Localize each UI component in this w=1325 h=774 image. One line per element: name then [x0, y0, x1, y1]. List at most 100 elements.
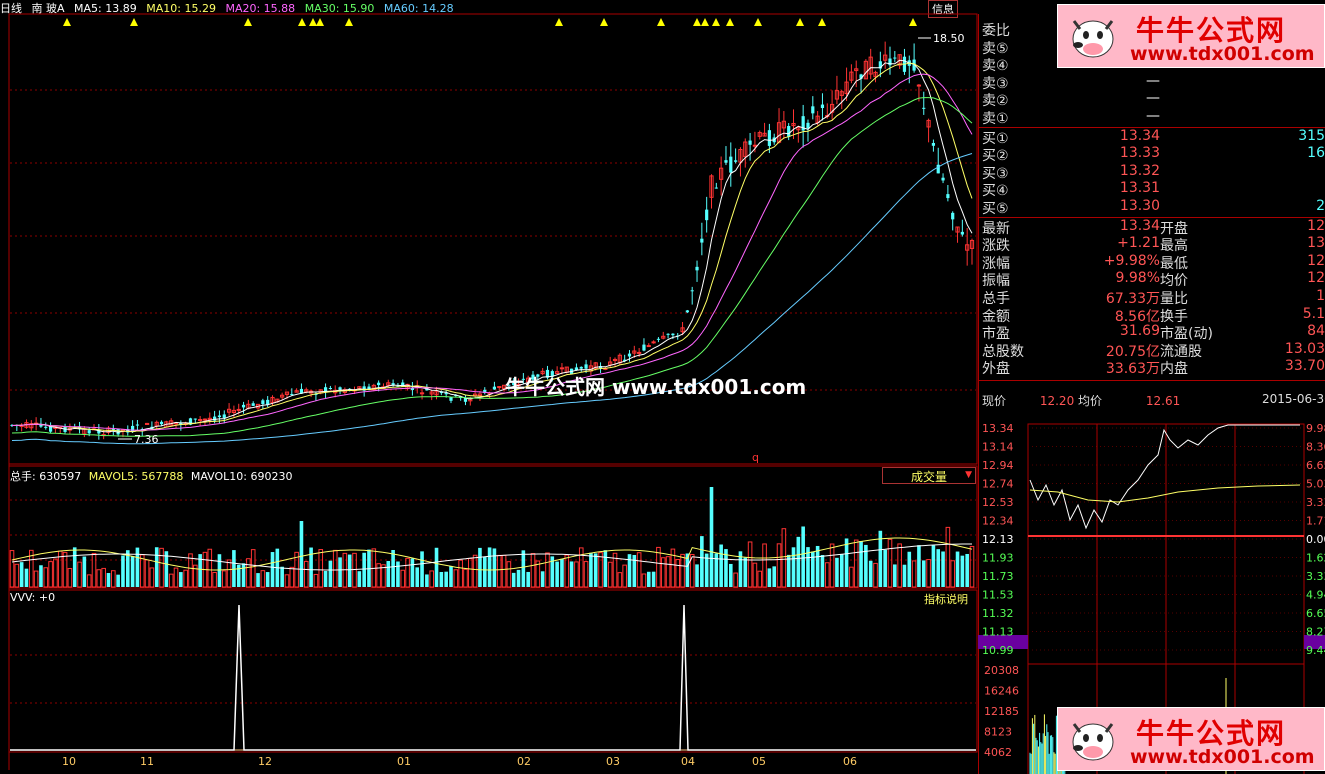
sell-row: 卖④ [980, 55, 1325, 74]
volume-bar [583, 561, 589, 588]
volume-bar [232, 550, 236, 587]
volume-bar [887, 538, 893, 588]
volume-bar [121, 555, 125, 587]
volume-bar [19, 562, 24, 587]
volume-bar [747, 541, 753, 588]
volume-bar [511, 572, 516, 587]
volume-bar [86, 574, 92, 588]
volume-selector[interactable]: 成交量 ▼ [882, 467, 976, 484]
volume-bar [478, 547, 482, 587]
intraday-vol-label: 16246 [984, 685, 1019, 698]
indicator-explain-button[interactable]: 指标说明 [924, 591, 968, 607]
volume-bar [313, 573, 319, 588]
volume-bar [467, 557, 473, 588]
volume-bar [14, 563, 20, 588]
volume-bar [303, 560, 309, 588]
quote-value-2: 12 [1307, 270, 1325, 287]
volume-bar [540, 571, 545, 587]
volume-bar [67, 568, 73, 588]
kline-chart[interactable]: 10 11 12 01 02 03 04 05 06 18.50 7.36 牛牛公式网 www.… [0, 0, 978, 774]
date-tick-label: 12 [258, 755, 272, 768]
volume-bar [622, 564, 627, 588]
volume-bar [593, 553, 598, 587]
volume-bar [743, 557, 748, 587]
volume-bar [578, 547, 584, 588]
volume-bar [950, 560, 956, 588]
q-marker: q [752, 451, 759, 464]
date-tick-label: 01 [397, 755, 411, 768]
volume-bar [960, 555, 965, 587]
volume-bar [289, 566, 295, 588]
volume-bar [444, 571, 448, 587]
quote-value-2: 2 [1316, 198, 1325, 214]
quote-key: 卖① [982, 111, 1009, 127]
candle-body [931, 143, 936, 146]
volume-bar [9, 550, 15, 588]
volume-bar [791, 547, 796, 587]
candle-body [685, 310, 689, 313]
volume-bar [859, 540, 863, 587]
chevron-down-icon: ▼ [965, 470, 972, 480]
volume-bar [179, 572, 183, 587]
candle-body [705, 209, 709, 221]
indicator-header: VVV: +0 [10, 591, 56, 604]
volume-bar [835, 557, 839, 587]
ma-line [11, 73, 973, 431]
volume-bar [144, 559, 150, 588]
quote-value: 13.33 [1119, 145, 1160, 162]
quote-value: 13.32 [1119, 162, 1160, 179]
candle-body [714, 187, 718, 189]
sell-row: 卖⑤ [980, 38, 1325, 57]
volume-bar [969, 545, 975, 588]
candle-body [724, 160, 728, 163]
volume-bar [607, 561, 613, 588]
volume-bar [853, 539, 859, 588]
volume-bar [752, 562, 758, 588]
candle-body [241, 404, 246, 408]
volume-bar [873, 562, 878, 588]
volume-bar [936, 549, 941, 587]
volume-bar [757, 570, 763, 588]
candle-body [377, 382, 381, 386]
sell-row: 卖③ — [980, 72, 1325, 92]
intraday-header: 现价 12.20 均价 12.61 2015-06-30 [982, 392, 1325, 409]
buy-row: 买① 13.34 315 [980, 128, 1325, 147]
volume-bar [39, 565, 43, 587]
quote-key: 外盘 [982, 361, 1010, 378]
quote-key: 买⑤ [982, 201, 1009, 217]
volume-bar [482, 556, 487, 587]
volume-bar [598, 552, 603, 588]
signal-triangle [726, 18, 734, 26]
date-tick-label: 05 [752, 755, 766, 768]
logo-bottom: 牛牛公式网 www.tdx001.com [1057, 707, 1325, 771]
vvv-line [10, 604, 976, 751]
candle-body [44, 426, 48, 428]
candle-body [159, 421, 164, 425]
candle-body [946, 194, 950, 199]
volume-bar [815, 545, 820, 587]
volume-bar [347, 554, 352, 587]
quote-key-2: 内盘 [1160, 361, 1188, 378]
intraday-price-label: 11.73 [982, 570, 1014, 583]
volume-bar [429, 570, 434, 588]
candle-body [820, 104, 825, 109]
volume-bar [921, 560, 926, 587]
volume-bar [965, 553, 969, 587]
volume-bar [72, 547, 77, 587]
candle-body [419, 392, 425, 395]
indicator-panel-border [8, 589, 978, 753]
volume-bar [636, 552, 642, 588]
intraday-vol-label: 12185 [984, 705, 1019, 718]
volume-bar [357, 571, 362, 587]
candle-body [579, 366, 583, 369]
volume-bar [111, 570, 116, 588]
intraday-price-label: 11.32 [982, 607, 1014, 620]
quote-value: 9.98% [1115, 270, 1160, 287]
signal-triangle [754, 18, 762, 26]
quote-value: — [1146, 72, 1160, 89]
volume-bar [733, 572, 738, 588]
volume-bar [574, 561, 579, 588]
logo-url: www.tdx001.com [1130, 746, 1315, 768]
volume-bar [265, 572, 270, 587]
now-label: 现价 [982, 394, 1007, 408]
